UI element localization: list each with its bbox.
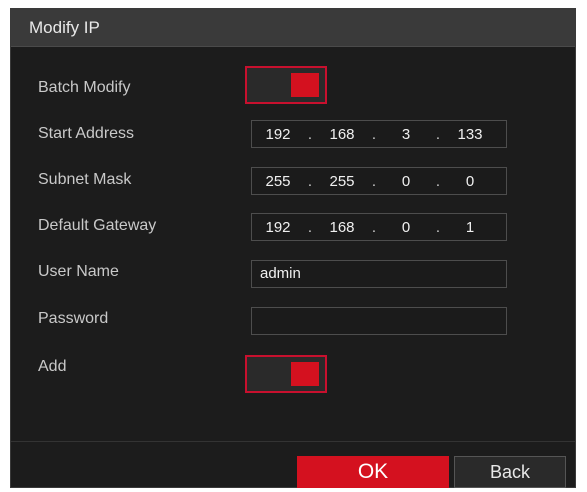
back-button[interactable]: Back [454, 456, 566, 488]
ip-octet[interactable]: 3 [380, 126, 432, 143]
ip-separator: . [371, 172, 377, 190]
modify-ip-dialog: Modify IP Batch Modify Start Address 192… [10, 8, 576, 488]
batch-modify-toggle[interactable] [245, 66, 327, 104]
ip-octet[interactable]: 192 [252, 126, 304, 143]
ip-separator: . [435, 218, 441, 236]
ip-octet[interactable]: 168 [316, 219, 368, 236]
ip-separator: . [371, 125, 377, 143]
ip-octet[interactable]: 1 [444, 219, 496, 236]
ip-octet[interactable]: 255 [316, 173, 368, 190]
add-toggle[interactable] [245, 355, 327, 393]
dialog-title: Modify IP [29, 18, 100, 37]
ip-separator: . [435, 125, 441, 143]
ip-octet[interactable]: 133 [444, 126, 496, 143]
start-address-label: Start Address [38, 125, 135, 142]
subnet-mask-label: Subnet Mask [38, 171, 132, 188]
ip-separator: . [307, 125, 313, 143]
footer-divider [11, 441, 575, 442]
ip-octet[interactable]: 0 [380, 219, 432, 236]
ip-octet[interactable]: 0 [444, 173, 496, 190]
ip-octet[interactable]: 168 [316, 126, 368, 143]
ip-octet[interactable]: 0 [380, 173, 432, 190]
batch-modify-label: Batch Modify [38, 79, 131, 96]
ip-separator: . [307, 172, 313, 190]
user-name-input[interactable]: admin [251, 260, 507, 288]
dialog-titlebar[interactable]: Modify IP [11, 9, 575, 47]
password-label: Password [38, 310, 109, 327]
toggle-knob [291, 73, 319, 97]
ok-button[interactable]: OK [297, 456, 449, 488]
subnet-mask-field[interactable]: 255 . 255 . 0 . 0 [251, 167, 507, 195]
ip-octet[interactable]: 192 [252, 219, 304, 236]
add-label: Add [38, 358, 67, 375]
default-gateway-field[interactable]: 192 . 168 . 0 . 1 [251, 213, 507, 241]
default-gateway-label: Default Gateway [38, 217, 157, 234]
ip-octet[interactable]: 255 [252, 173, 304, 190]
start-address-field[interactable]: 192 . 168 . 3 . 133 [251, 120, 507, 148]
toggle-knob [291, 362, 319, 386]
ip-separator: . [307, 218, 313, 236]
ip-separator: . [435, 172, 441, 190]
ip-separator: . [371, 218, 377, 236]
password-input[interactable] [251, 307, 507, 335]
user-name-label: User Name [38, 263, 119, 280]
